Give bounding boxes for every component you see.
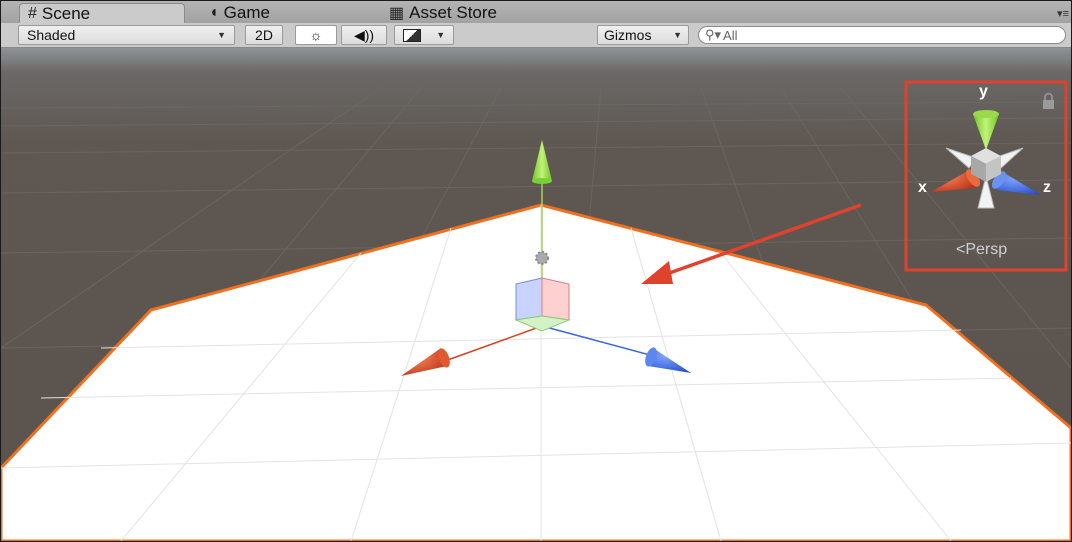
- chevron-down-icon: ▼: [673, 30, 682, 40]
- chevron-down-icon: ▼: [436, 30, 446, 40]
- panel-menu-icon[interactable]: ▾≡: [1057, 7, 1069, 20]
- lighting-toggle-button[interactable]: ☼: [295, 25, 337, 45]
- tab-bar: # Scene ◖ Game ▦ Asset Store ▾≡: [1, 1, 1071, 24]
- pivot-cube-right: [541, 277, 570, 321]
- tab-asset-store[interactable]: ▦ Asset Store: [381, 3, 561, 23]
- gizmo-z-label: z: [1043, 179, 1051, 196]
- grid-icon: #: [28, 4, 37, 22]
- tab-asset-store-label: Asset Store: [409, 3, 497, 22]
- shading-mode-dropdown[interactable]: Shaded ▼: [18, 25, 235, 45]
- projection-label: Persp: [965, 241, 1008, 258]
- tab-scene[interactable]: # Scene: [19, 3, 185, 23]
- 2d-toggle-button[interactable]: 2D: [245, 25, 283, 45]
- audio-toggle-button[interactable]: ◀)): [341, 25, 387, 45]
- scene-viewport[interactable]: y x z <Persp: [1, 48, 1071, 541]
- chevron-down-icon: ▼: [217, 30, 226, 40]
- sun-icon: ☼: [309, 27, 323, 43]
- effects-dropdown[interactable]: ▼: [394, 25, 454, 45]
- shading-mode-label: Shaded: [27, 27, 76, 43]
- pacman-icon: ◖: [209, 4, 219, 21]
- gizmos-label: Gizmos: [604, 27, 652, 43]
- scene-toolbar: Shaded ▼ 2D ☼ ◀)) ▼ Gizmos ▼ ⚲▾ All: [1, 23, 1071, 48]
- gizmos-dropdown[interactable]: Gizmos ▼: [597, 25, 689, 45]
- tab-game-label: Game: [223, 3, 270, 22]
- scene-canvas: [1, 48, 1071, 541]
- unity-scene-window: # Scene ◖ Game ▦ Asset Store ▾≡ Shaded ▼…: [0, 0, 1072, 542]
- search-icon: ⚲▾: [705, 27, 722, 42]
- tab-game[interactable]: ◖ Game: [201, 3, 351, 23]
- gizmo-y-label: y: [979, 83, 988, 100]
- bag-icon: ▦: [389, 5, 405, 22]
- speaker-icon: ◀)): [353, 26, 375, 43]
- search-placeholder: All: [723, 27, 738, 43]
- gear-icon: [535, 251, 549, 265]
- gizmo-x-label: x: [918, 179, 927, 196]
- projection-toggle[interactable]: <Persp: [956, 241, 1007, 259]
- chevron-left-icon: <: [956, 241, 966, 258]
- search-input[interactable]: ⚲▾ All: [698, 26, 1066, 44]
- tab-scene-label: Scene: [41, 3, 91, 23]
- image-icon: [402, 28, 421, 42]
- pivot-cube-left: [515, 277, 543, 321]
- 2d-toggle-label: 2D: [255, 27, 273, 43]
